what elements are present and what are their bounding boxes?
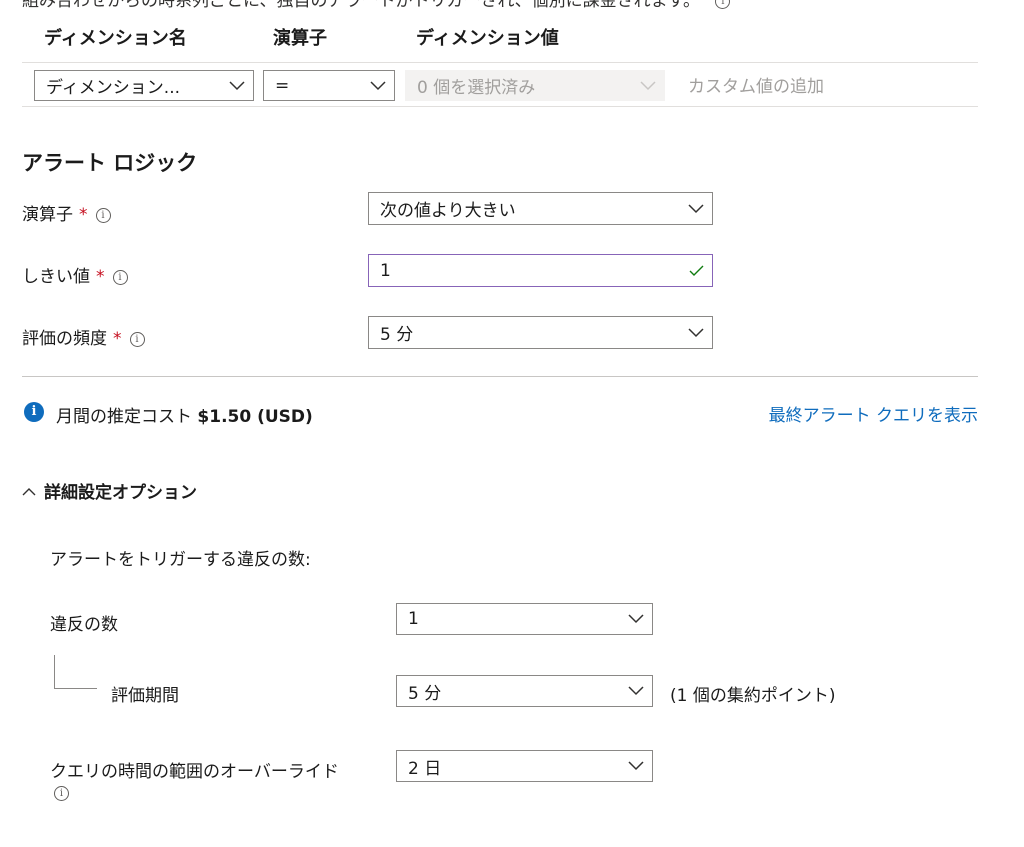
- required-mark: *: [79, 205, 88, 225]
- column-header-dimension-name: ディメンション名: [44, 28, 187, 49]
- frequency-label: 評価の頻度 * i: [22, 324, 145, 349]
- chevron-down-icon: [688, 327, 704, 337]
- tree-connector: [54, 655, 97, 689]
- table-divider-top: [22, 62, 978, 63]
- advanced-options-label: 詳細設定オプション: [44, 483, 197, 503]
- operator-value: 次の値より大きい: [380, 201, 516, 221]
- query-time-override-label: クエリの時間の範囲のオーバーライド: [50, 762, 339, 782]
- frequency-value: 5 分: [380, 325, 414, 345]
- dimension-operator-dropdown[interactable]: =: [263, 70, 395, 101]
- query-time-override-dropdown[interactable]: 2 日: [396, 750, 653, 782]
- estimated-cost: 月間の推定コスト $1.50 (USD): [56, 402, 313, 427]
- estimated-cost-prefix: 月間の推定コスト: [56, 407, 192, 427]
- section-divider: [22, 376, 978, 377]
- chevron-down-icon: [628, 614, 644, 624]
- description-text-content: 組み合わせからの時系列ごとに、独自のアラートがトリガーされ、個別に課金されます。: [22, 0, 700, 11]
- chevron-down-icon: [628, 686, 644, 696]
- column-header-operator: 演算子: [273, 28, 327, 49]
- evaluation-period-value: 5 分: [408, 683, 442, 704]
- threshold-value: 1: [380, 260, 391, 281]
- table-divider-bottom: [22, 106, 978, 107]
- info-icon[interactable]: i: [95, 208, 111, 223]
- dimension-values-value: 0 個を選択済み: [417, 78, 536, 98]
- threshold-label-text: しきい値: [22, 267, 90, 287]
- evaluation-period-dropdown[interactable]: 5 分: [396, 675, 653, 707]
- frequency-label-text: 評価の頻度: [22, 329, 107, 349]
- query-time-override-value: 2 日: [408, 758, 442, 779]
- info-icon[interactable]: i: [129, 332, 145, 347]
- operator-label: 演算子 * i: [22, 200, 111, 225]
- dimension-name-dropdown[interactable]: ディメンション...: [34, 70, 254, 101]
- chevron-down-icon: [370, 80, 386, 90]
- dimension-operator-value: =: [275, 75, 290, 96]
- violations-dropdown[interactable]: 1: [396, 603, 653, 635]
- info-filled-icon: i: [24, 402, 44, 422]
- dimension-values-dropdown[interactable]: 0 個を選択済み: [405, 70, 665, 101]
- threshold-input[interactable]: 1: [368, 254, 713, 287]
- aggregation-points-note: (1 個の集約ポイント): [670, 686, 836, 706]
- required-mark: *: [113, 329, 122, 349]
- info-icon[interactable]: i: [715, 0, 731, 9]
- checkmark-icon: [689, 265, 704, 276]
- alert-logic-title: アラート ロジック: [22, 151, 198, 175]
- chevron-down-icon: [640, 80, 656, 90]
- threshold-label: しきい値 * i: [22, 262, 128, 287]
- violations-label: 違反の数: [50, 615, 118, 635]
- chevron-down-icon: [628, 761, 644, 771]
- view-final-query-link[interactable]: 最終アラート クエリを表示: [769, 401, 978, 426]
- custom-value-input[interactable]: カスタム値の追加: [688, 72, 824, 97]
- advanced-options-toggle[interactable]: 詳細設定オプション: [22, 478, 197, 503]
- required-mark: *: [96, 267, 105, 287]
- frequency-dropdown[interactable]: 5 分: [368, 316, 713, 349]
- chevron-up-icon: [22, 488, 36, 496]
- estimated-cost-amount: $1.50 (USD): [197, 407, 313, 427]
- chevron-down-icon: [229, 80, 245, 90]
- operator-dropdown[interactable]: 次の値より大きい: [368, 192, 713, 225]
- violations-header: アラートをトリガーする違反の数:: [50, 550, 311, 570]
- chevron-down-icon: [688, 203, 704, 213]
- evaluation-period-label: 評価期間: [111, 686, 179, 706]
- dimension-name-value: ディメンション...: [46, 78, 181, 98]
- violations-value: 1: [408, 609, 419, 629]
- column-header-dimension-values: ディメンション値: [416, 28, 559, 49]
- info-icon[interactable]: i: [112, 270, 128, 285]
- info-icon[interactable]: i: [54, 786, 69, 801]
- operator-label-text: 演算子: [22, 205, 73, 225]
- description-text: 組み合わせからの時系列ごとに、独自のアラートがトリガーされ、個別に課金されます。…: [22, 0, 731, 11]
